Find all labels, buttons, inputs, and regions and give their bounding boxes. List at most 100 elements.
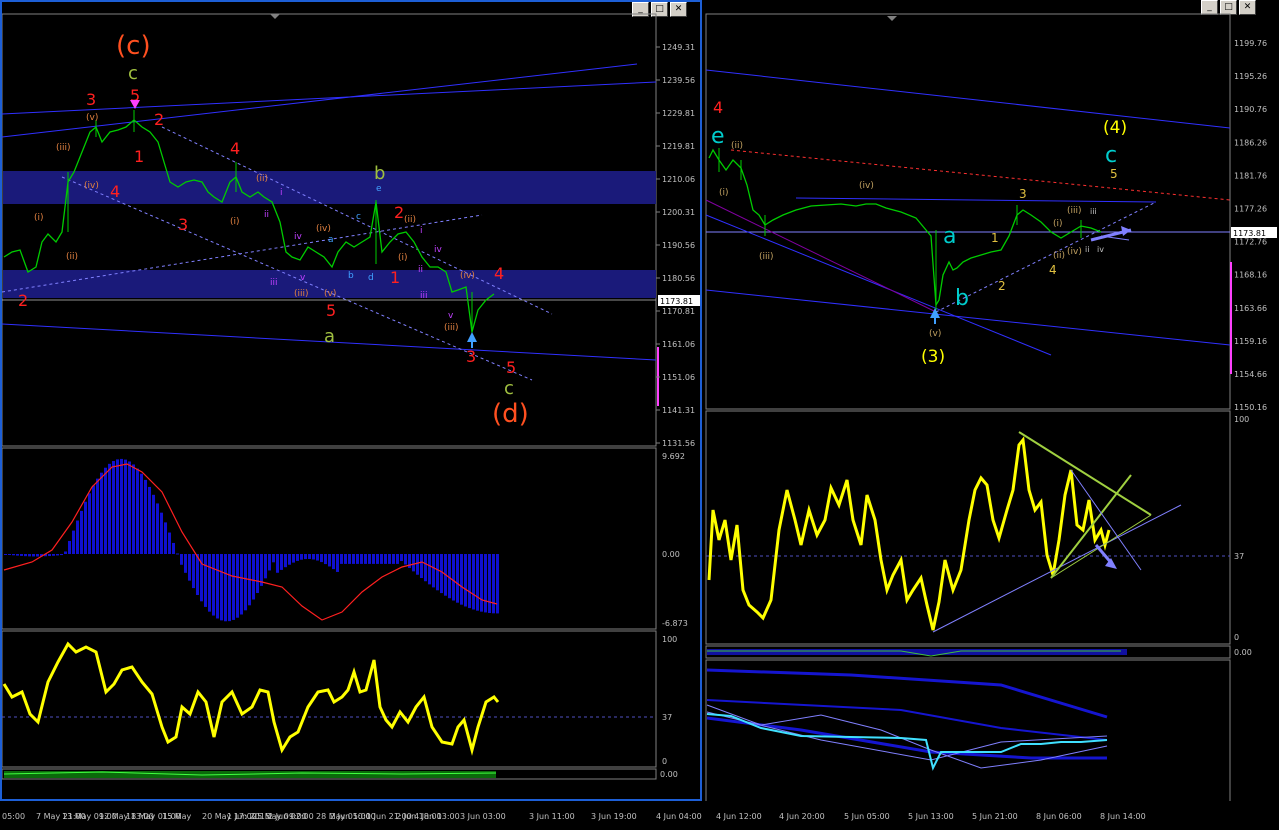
macd-bar — [220, 554, 223, 621]
macd-bar — [148, 486, 151, 554]
macd-bar — [456, 554, 459, 603]
left-chart-svg[interactable]: 1173.81 1249.311239.561229.811219.811210… — [2, 2, 700, 799]
macd-bar — [388, 554, 391, 564]
wave-label: 1 — [134, 147, 144, 166]
wave-label: (v) — [324, 289, 336, 299]
macd-bar — [304, 554, 307, 560]
wave-label: 5 — [326, 301, 336, 320]
macd-bar — [160, 512, 163, 554]
macd-bar — [432, 554, 435, 588]
wave-label: (ii) — [1053, 251, 1065, 261]
macd-bar — [300, 554, 303, 560]
price-tick: 1239.56 — [662, 76, 695, 85]
macd-bar — [428, 554, 431, 585]
macd-bar — [152, 494, 155, 554]
wave-label: (iii) — [56, 143, 71, 153]
macd-bar — [92, 485, 95, 554]
wave-label: v — [448, 311, 454, 321]
time-tick: 5 Jun 21:00 — [972, 812, 1018, 821]
wave-label: (3) — [921, 347, 945, 367]
price-tick: 1200.31 — [662, 208, 695, 217]
time-tick: 8 Jun 14:00 — [1100, 812, 1146, 821]
macd-bar — [96, 478, 99, 554]
left-rsi-37: 37 — [662, 713, 672, 722]
macd-bar — [324, 554, 327, 565]
wave-label: 4 — [494, 264, 504, 283]
macd-bar — [484, 554, 487, 613]
wave-label: (v) — [929, 329, 941, 339]
right-rsi-37: 37 — [1234, 552, 1244, 561]
wave-label: (i) — [34, 213, 44, 223]
price-tick: 1172.76 — [1234, 238, 1267, 247]
right-chart-window[interactable]: _ □ ✕ 1173.81 1199.76 1195.26 1190.76 11… — [700, 0, 1279, 830]
left-rsi-100: 100 — [662, 635, 677, 644]
left-current-price: 1173.81 — [660, 297, 693, 306]
macd-bar — [216, 554, 219, 619]
macd-bar — [176, 553, 179, 555]
right-rsi-100: 100 — [1234, 415, 1249, 424]
price-tick: 1163.66 — [1234, 304, 1267, 313]
wave-label: (iii) — [1067, 206, 1082, 216]
macd-bar — [64, 551, 67, 554]
macd-bar — [496, 554, 499, 614]
macd-bar — [204, 554, 207, 607]
macd-bar — [120, 458, 123, 554]
wave-label: (ii) — [404, 215, 416, 225]
price-tick: 1229.81 — [662, 109, 695, 118]
time-tick: 4 Jun 13:00 — [414, 812, 460, 821]
price-tick: 1190.56 — [662, 241, 695, 250]
price-tick: 1195.26 — [1234, 72, 1267, 81]
macd-bar — [212, 554, 215, 616]
wave-label: (iii) — [759, 252, 774, 262]
wave-label: 1 — [390, 268, 400, 287]
macd-bar — [188, 554, 191, 581]
time-tick: 15 May — [162, 812, 192, 821]
wave-label: iii — [420, 291, 428, 301]
macd-bar — [156, 503, 159, 554]
macd-bar — [308, 554, 311, 559]
wave-label: (4) — [1103, 118, 1127, 138]
macd-histogram — [4, 458, 499, 622]
price-tick: 1161.06 — [662, 340, 695, 349]
wave-label: c — [356, 212, 361, 222]
time-tick: 8 Jun 06:00 — [1036, 812, 1082, 821]
wave-label: (c) — [116, 31, 151, 61]
macd-bar — [108, 463, 111, 554]
macd-bar — [424, 554, 427, 582]
wave-label: iii — [270, 278, 278, 288]
resistance-band — [3, 171, 656, 204]
wave-label: (i) — [1053, 219, 1063, 229]
macd-bar — [348, 554, 351, 564]
macd-bar — [452, 554, 455, 601]
macd-bar — [244, 554, 247, 611]
macd-bar — [28, 554, 31, 557]
wave-label: a — [324, 326, 335, 347]
wave-label: iv — [1097, 245, 1104, 254]
price-tick: 1180.56 — [662, 274, 695, 283]
left-rsi-0: 0 — [662, 757, 667, 766]
macd-bar — [380, 554, 383, 564]
price-tick: 1210.06 — [662, 175, 695, 184]
time-tick: 5 Jun 05:00 — [844, 812, 890, 821]
macd-bar — [344, 554, 347, 564]
price-tick: 1168.16 — [1234, 271, 1267, 280]
macd-bar — [420, 554, 423, 579]
macd-bar — [404, 554, 407, 565]
macd-bar — [312, 554, 315, 560]
wave-label: (iii) — [294, 289, 309, 299]
wave-label: (d) — [492, 399, 529, 429]
wave-label: d — [368, 273, 374, 283]
macd-bar — [172, 542, 175, 554]
right-chart-svg[interactable]: 1173.81 1199.761195.261190.761186.261181… — [701, 0, 1279, 801]
macd-bar — [264, 554, 267, 579]
macd-bar — [4, 554, 7, 555]
wave-label: (i) — [230, 217, 240, 227]
macd-bar — [132, 464, 135, 554]
macd-bar — [20, 554, 23, 556]
wave-label: (iv) — [460, 271, 475, 281]
wave-label: (ii) — [66, 252, 78, 262]
macd-bar — [400, 554, 403, 562]
wave-label: 5 — [506, 358, 516, 377]
left-chart-window[interactable]: _ □ ✕ 1173.81 1249.31 1239.56 1229.81 1219.… — [0, 0, 702, 801]
macd-bar — [136, 468, 139, 554]
